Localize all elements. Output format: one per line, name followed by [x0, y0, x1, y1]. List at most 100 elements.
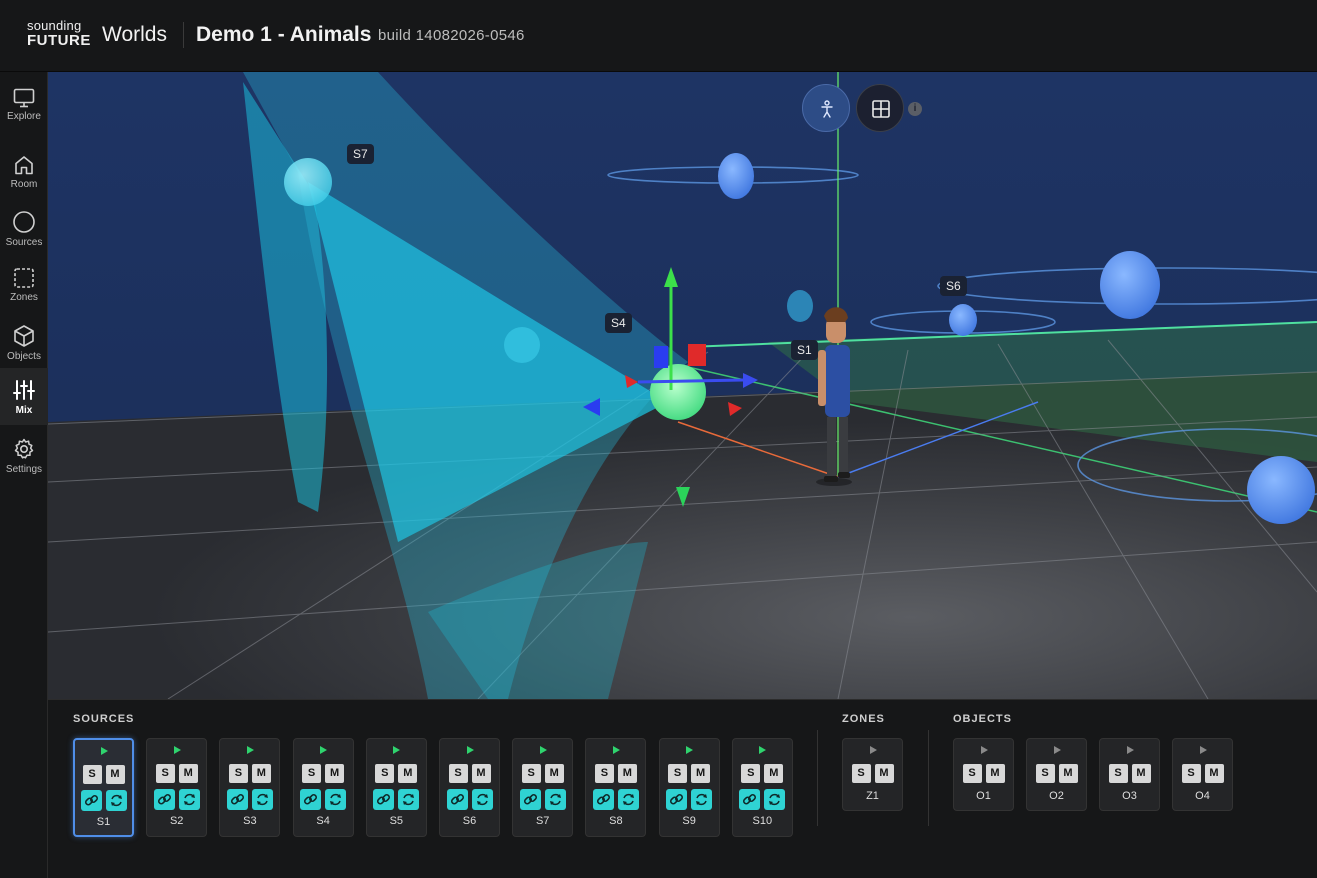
object-strip[interactable]: S M O1: [953, 738, 1014, 811]
mute-button[interactable]: M: [985, 764, 1005, 783]
solo-button[interactable]: S: [155, 764, 175, 783]
source-label-s7[interactable]: S7: [347, 144, 374, 164]
solo-button[interactable]: S: [741, 764, 761, 783]
solo-button[interactable]: S: [302, 764, 322, 783]
solo-button[interactable]: S: [375, 764, 395, 783]
sync-icon[interactable]: [105, 790, 127, 811]
mute-button[interactable]: M: [1058, 764, 1078, 783]
object-strip[interactable]: S M O4: [1172, 738, 1233, 811]
link-icon[interactable]: [739, 789, 761, 810]
sync-icon[interactable]: [471, 789, 493, 810]
source-label-s1[interactable]: S1: [791, 340, 818, 360]
sidebar-item-sources[interactable]: Sources: [0, 200, 48, 256]
link-icon[interactable]: [373, 789, 395, 810]
top-view-button[interactable]: [856, 84, 904, 132]
mute-button[interactable]: M: [251, 764, 271, 783]
solo-button[interactable]: S: [1108, 764, 1128, 783]
link-icon[interactable]: [666, 789, 688, 810]
source-strip[interactable]: S M S2: [146, 738, 208, 837]
source-strip[interactable]: S M S6: [439, 738, 500, 837]
source-strip[interactable]: S M S1: [73, 738, 134, 837]
zone-strip[interactable]: S M Z1: [842, 738, 903, 811]
mute-button[interactable]: M: [544, 764, 564, 783]
mute-button[interactable]: M: [325, 764, 345, 783]
mute-button[interactable]: M: [398, 764, 418, 783]
monitor-icon: [13, 88, 35, 108]
solo-button[interactable]: S: [228, 764, 248, 783]
source-strip[interactable]: S M S9: [658, 738, 720, 837]
sync-icon[interactable]: [325, 789, 347, 810]
source-strip[interactable]: S M S8: [585, 738, 647, 837]
solo-mute-row: SM: [147, 764, 206, 784]
solo-button[interactable]: S: [668, 764, 688, 783]
play-icon[interactable]: [843, 745, 902, 755]
play-icon[interactable]: [440, 745, 499, 755]
source-label-s4[interactable]: S4: [605, 313, 632, 333]
mute-button[interactable]: M: [764, 764, 784, 783]
solo-button[interactable]: S: [594, 764, 614, 783]
sync-icon[interactable]: [398, 789, 420, 810]
sync-icon[interactable]: [691, 789, 713, 810]
sidebar-item-zones[interactable]: Zones: [0, 257, 48, 313]
3d-viewport[interactable]: S7 S6 S4 S1 i: [48, 72, 1317, 699]
source-strip[interactable]: S M S10: [731, 738, 793, 837]
solo-button[interactable]: S: [962, 764, 982, 783]
link-icon[interactable]: [300, 789, 322, 810]
play-icon[interactable]: [1173, 745, 1232, 755]
scene-canvas[interactable]: [48, 72, 1317, 699]
play-icon[interactable]: [513, 745, 572, 755]
sync-icon[interactable]: [251, 789, 273, 810]
solo-button[interactable]: S: [1035, 764, 1055, 783]
play-icon[interactable]: [586, 745, 645, 755]
object-strip[interactable]: S M O3: [1099, 738, 1160, 811]
solo-button[interactable]: S: [851, 764, 871, 783]
source-strip[interactable]: S M S5: [365, 738, 427, 837]
play-icon[interactable]: [1027, 745, 1086, 755]
sounding-future-logo[interactable]: sounding FUTURE: [27, 19, 90, 48]
play-icon[interactable]: [220, 745, 279, 755]
sidebar-item-objects[interactable]: Objects: [0, 314, 48, 370]
mute-button[interactable]: M: [178, 764, 198, 783]
play-icon[interactable]: [733, 745, 792, 755]
play-icon[interactable]: [954, 745, 1013, 755]
sidebar-item-room[interactable]: Room: [0, 144, 48, 200]
play-icon[interactable]: [75, 746, 132, 756]
link-icon[interactable]: [519, 789, 541, 810]
mute-button[interactable]: M: [1204, 764, 1224, 783]
solo-button[interactable]: S: [521, 764, 541, 783]
mute-button[interactable]: M: [617, 764, 637, 783]
play-icon[interactable]: [1100, 745, 1159, 755]
section-title[interactable]: Worlds: [102, 23, 167, 47]
play-icon[interactable]: [660, 745, 719, 755]
mute-button[interactable]: M: [1131, 764, 1151, 783]
mute-button[interactable]: M: [471, 764, 491, 783]
link-icon[interactable]: [153, 789, 175, 810]
mute-button[interactable]: M: [874, 764, 894, 783]
solo-button[interactable]: S: [1181, 764, 1201, 783]
first-person-view-button[interactable]: [802, 84, 850, 132]
link-icon[interactable]: [592, 789, 614, 810]
sync-icon[interactable]: [764, 789, 786, 810]
sidebar-item-mix[interactable]: Mix: [0, 368, 48, 425]
source-strip[interactable]: S M S4: [292, 738, 354, 837]
link-icon[interactable]: [446, 789, 468, 810]
info-icon[interactable]: i: [908, 102, 922, 116]
link-icon[interactable]: [80, 790, 102, 811]
mute-button[interactable]: M: [105, 765, 125, 784]
mute-button[interactable]: M: [691, 764, 711, 783]
sync-icon[interactable]: [617, 789, 639, 810]
sync-icon[interactable]: [178, 789, 200, 810]
object-strip[interactable]: S M O2: [1026, 738, 1087, 811]
source-strip[interactable]: S M S7: [512, 738, 574, 837]
solo-button[interactable]: S: [448, 764, 468, 783]
sidebar-item-settings[interactable]: Settings: [0, 427, 48, 483]
source-label-s6[interactable]: S6: [940, 276, 967, 296]
solo-button[interactable]: S: [82, 765, 102, 784]
sidebar-item-explore[interactable]: Explore: [0, 78, 48, 134]
play-icon[interactable]: [367, 745, 426, 755]
source-strip[interactable]: S M S3: [219, 738, 281, 837]
play-icon[interactable]: [147, 745, 206, 755]
link-icon[interactable]: [226, 789, 248, 810]
play-icon[interactable]: [294, 745, 353, 755]
sync-icon[interactable]: [544, 789, 566, 810]
